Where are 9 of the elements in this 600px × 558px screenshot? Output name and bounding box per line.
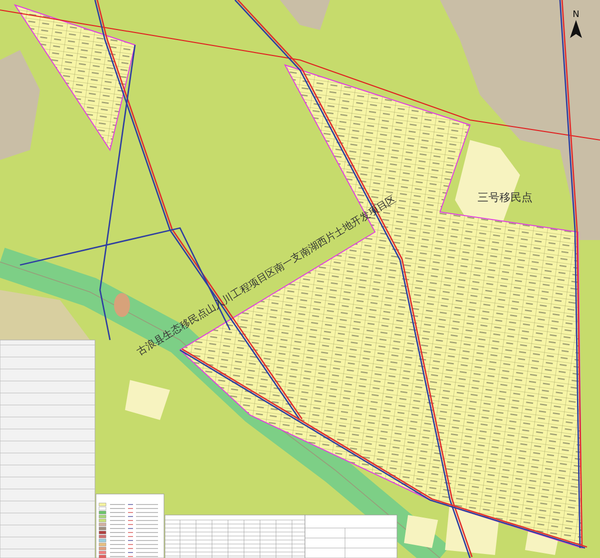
terrain-patch bbox=[280, 0, 330, 30]
north-label: N bbox=[572, 10, 580, 20]
pond-shape bbox=[114, 293, 130, 317]
north-arrow-icon bbox=[570, 20, 582, 38]
field-patch bbox=[125, 380, 170, 420]
field-patch bbox=[404, 515, 438, 548]
project-area-label: 古浪县生态移民点山入川工程项目区南一支南湖西片土地开发项目区 bbox=[135, 194, 398, 358]
settlement-label: 三号移民点 bbox=[478, 191, 532, 204]
legend-drawing bbox=[96, 494, 164, 558]
